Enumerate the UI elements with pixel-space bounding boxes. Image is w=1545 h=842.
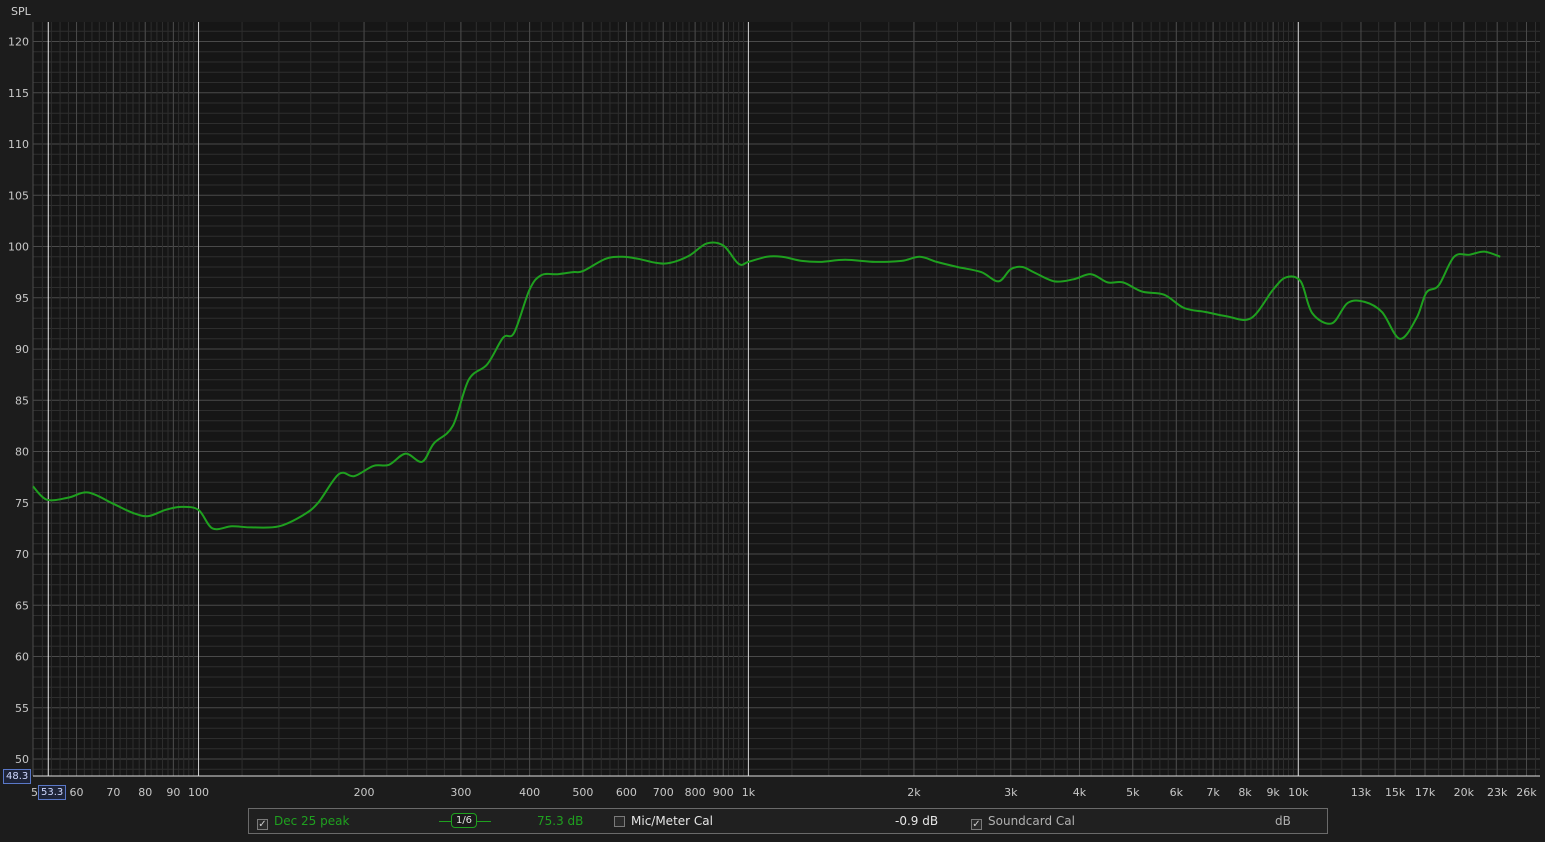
trace-checkbox[interactable]: ✓ [257, 819, 268, 830]
y-tick-label: 90 [15, 343, 29, 356]
mic-cal-value: -0.9 dB [895, 814, 939, 828]
x-tick-label: 900 [713, 786, 734, 799]
smoothing-indicator[interactable]: 1/6 [439, 813, 491, 829]
soundcard-cal-checkbox[interactable]: ✓ [971, 819, 982, 830]
y-tick-label: 70 [15, 548, 29, 561]
trace-value: 75.3 dB [537, 814, 584, 828]
x-tick-label: 10k [1288, 786, 1309, 799]
y-tick-label: 50 [15, 753, 29, 766]
y-tick-label: 65 [15, 599, 29, 612]
x-tick-label: 3k [1004, 786, 1018, 799]
mic-cal-checkbox[interactable] [614, 816, 625, 827]
x-tick-label: 70 [106, 786, 120, 799]
x-tick-label: 20k [1454, 786, 1475, 799]
spl-chart[interactable]: 50 55 60 65 70 75 80 85 90 95 100 105 110 115 120 5 60 7… [0, 0, 1545, 842]
y-axis-title: SPL [11, 5, 32, 18]
y-tick-label: 55 [15, 702, 29, 715]
x-tick-label: 90 [166, 786, 180, 799]
x-tick-label: 800 [685, 786, 706, 799]
x-tick-label: 1k [742, 786, 756, 799]
legend-trace-toggle[interactable]: ✓ Dec 25 peak [257, 813, 349, 830]
x-tick-label: 80 [138, 786, 152, 799]
x-tick-label: 9k [1266, 786, 1280, 799]
y-tick-label: 115 [8, 87, 29, 100]
soundcard-cal-value: dB [1275, 814, 1291, 828]
x-tick-label: 23k [1487, 786, 1508, 799]
x-tick-label: 200 [354, 786, 375, 799]
x-tick-label: 17k [1415, 786, 1436, 799]
x-tick-label: 500 [572, 786, 593, 799]
legend-bar: ✓ Dec 25 peak 1/6 75.3 dB Mic/Meter Cal -… [248, 808, 1328, 834]
x-tick-label: 5k [1126, 786, 1140, 799]
x-tick-label: 2k [907, 786, 921, 799]
x-tick-label: 4k [1073, 786, 1087, 799]
x-tick-label: 700 [653, 786, 674, 799]
x-tick-label: 8k [1238, 786, 1252, 799]
mic-cal-toggle[interactable]: Mic/Meter Cal [614, 813, 713, 829]
smoothing-label: 1/6 [451, 813, 477, 828]
cursor-x-readout[interactable]: 53.3 [38, 785, 67, 800]
x-tick-label: 15k [1385, 786, 1406, 799]
x-tick-label: 6k [1170, 786, 1184, 799]
x-tick-label: 300 [450, 786, 471, 799]
x-tick-label: 600 [616, 786, 637, 799]
x-tick-label: 400 [519, 786, 540, 799]
y-tick-label: 95 [15, 292, 29, 305]
mic-cal-label: Mic/Meter Cal [631, 814, 713, 828]
y-tick-label: 100 [8, 241, 29, 254]
y-tick-label: 110 [8, 138, 29, 151]
soundcard-cal-label: Soundcard Cal [988, 814, 1075, 828]
x-tick-label: 7k [1206, 786, 1220, 799]
x-tick-label: 26k [1516, 786, 1537, 799]
x-tick-label: 13k [1351, 786, 1372, 799]
y-tick-label: 105 [8, 189, 29, 202]
soundcard-cal-toggle[interactable]: ✓ Soundcard Cal [971, 813, 1075, 830]
x-tick-label: 5 [31, 786, 38, 799]
y-tick-label: 85 [15, 394, 29, 407]
trace-name: Dec 25 peak [274, 814, 350, 828]
x-tick-label: 100 [188, 786, 209, 799]
plot-area[interactable] [33, 22, 1540, 776]
y-tick-label: 75 [15, 497, 29, 510]
y-tick-label: 120 [8, 36, 29, 49]
x-tick-label: 60 [70, 786, 84, 799]
y-tick-label: 60 [15, 651, 29, 664]
y-tick-label: 80 [15, 446, 29, 459]
cursor-y-readout[interactable]: 48.3 [3, 769, 32, 784]
